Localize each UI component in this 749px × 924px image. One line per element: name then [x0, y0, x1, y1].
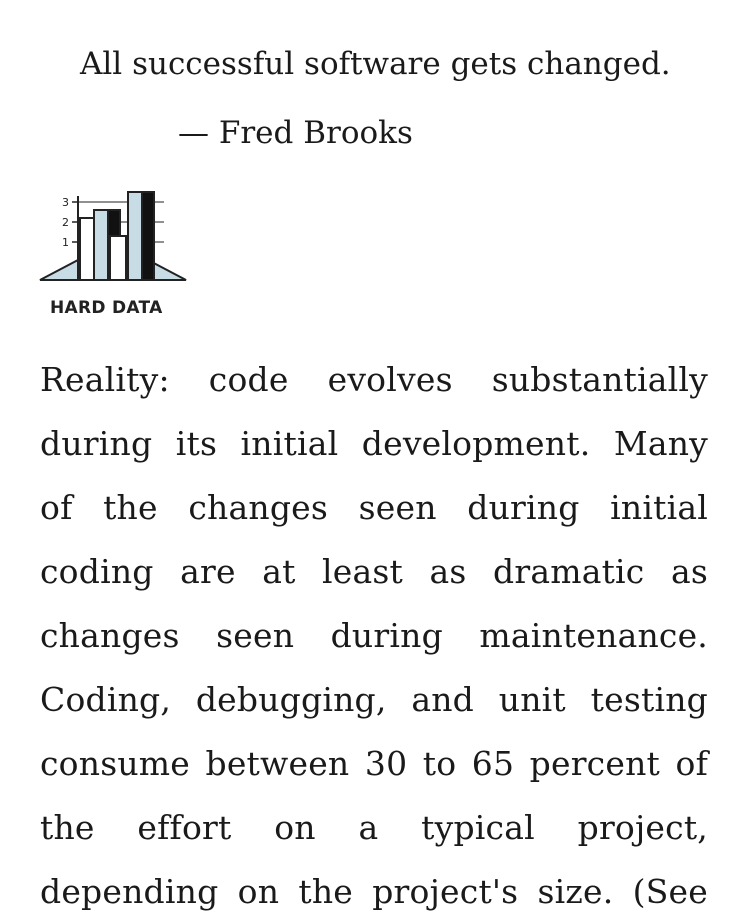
body-line: during its initial development. Many: [40, 424, 708, 463]
tick-label: 2: [62, 216, 69, 229]
body-line: the effort on a typical project,: [40, 808, 708, 847]
hard-data-icon: 3 2 1 HARD DATA: [38, 188, 188, 324]
body-line: Coding, debugging, and unit testing: [40, 680, 708, 719]
epigraph-attribution: — Fred Brooks: [178, 115, 413, 151]
body-line: changes seen during maintenance.: [40, 616, 708, 655]
tick-label: 3: [62, 196, 69, 209]
body-line: Reality: code evolves substantially: [40, 360, 708, 399]
body-line: of the changes seen during initial: [40, 488, 708, 527]
body-line: coding are at least as dramatic as: [40, 552, 708, 591]
body-paragraph: Reality: code evolves substantially duri…: [40, 348, 708, 924]
bar-chart-icon: 3 2 1: [39, 191, 187, 281]
epigraph-quote: All successful software gets changed.: [80, 46, 671, 82]
hard-data-caption: HARD DATA: [50, 298, 163, 318]
body-line: consume between 30 to 65 percent of: [40, 744, 708, 783]
tick-label: 1: [62, 236, 69, 249]
body-line: depending on the project's size. (See: [40, 872, 708, 911]
